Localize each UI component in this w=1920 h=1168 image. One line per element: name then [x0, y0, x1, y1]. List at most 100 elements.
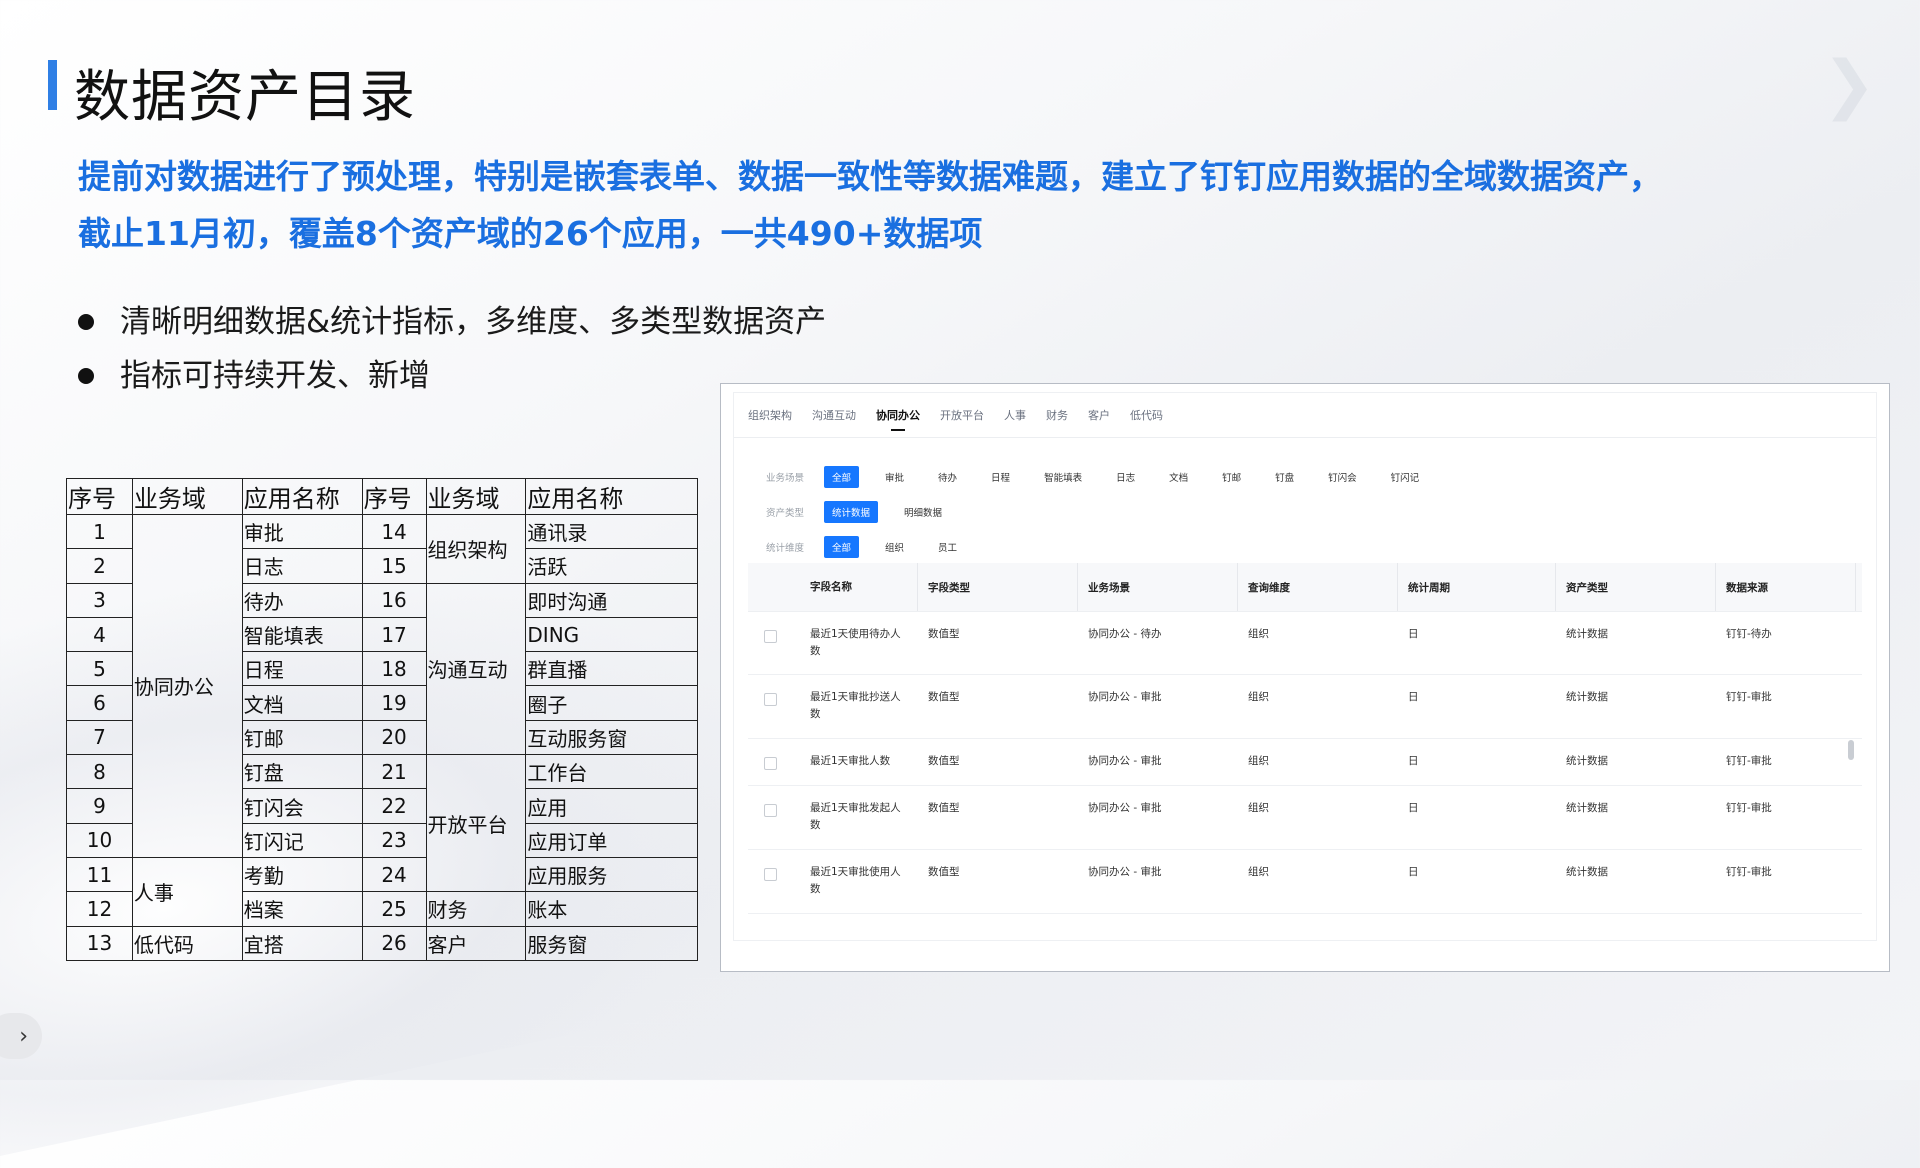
- chip-stat-data[interactable]: 统计数据: [824, 501, 879, 523]
- chip-meeting[interactable]: 钉闪会: [1320, 466, 1365, 488]
- table-header-row: 序号 业务域 应用名称 序号 业务域 应用名称: [66, 478, 698, 515]
- watermark-logo-icon: ❯: [1822, 48, 1880, 122]
- table-row[interactable]: 最近1天使用待办人数 数值型 协同办公 - 待办 组织 日 统计数据 钉钉-待办: [748, 612, 1862, 675]
- table-scrollbar[interactable]: [1848, 740, 1854, 760]
- tab-customer[interactable]: 客户: [1088, 407, 1110, 431]
- tab-communication[interactable]: 沟通互动: [812, 407, 856, 431]
- table-row[interactable]: 最近1天审批抄送人数 数值型 协同办公 - 审批 组织 日 统计数据 钉钉-审批: [748, 675, 1862, 739]
- row-checkbox-cell: [748, 739, 800, 770]
- cell-field-type: 数值型: [928, 755, 960, 767]
- header-seq-2: 序号: [361, 478, 427, 515]
- tab-finance[interactable]: 财务: [1046, 407, 1068, 431]
- highlight-line-2: 截止11月初，覆盖8个资产域的26个应用，一共490+数据项: [78, 214, 983, 253]
- next-slide-button[interactable]: ›: [0, 1013, 42, 1059]
- header-domain: 业务域: [131, 478, 243, 515]
- cell-field-name: 最近1天审批发起人数: [810, 802, 901, 831]
- row-checkbox[interactable]: [763, 868, 777, 881]
- app-cell: 通讯录: [525, 513, 698, 550]
- asset-catalog-screenshot: 组织架构 沟通互动 协同办公 开放平台 人事 财务 客户 低代码 业务场景 全部…: [720, 383, 1890, 972]
- chip-mail[interactable]: 钉邮: [1214, 466, 1249, 488]
- bullet-text: 清晰明细数据&统计指标，多维度、多类型数据资产: [120, 304, 827, 340]
- chip-log[interactable]: 日志: [1108, 466, 1143, 488]
- chip-drive[interactable]: 钉盘: [1267, 466, 1302, 488]
- bullet-dot-icon: [78, 368, 94, 384]
- chip-calendar[interactable]: 日程: [983, 466, 1018, 488]
- domain-cell: 开放平台: [425, 754, 527, 893]
- seq-cell: 8: [66, 754, 133, 790]
- chip-doc[interactable]: 文档: [1161, 466, 1196, 488]
- cell-field-name: 最近1天审批抄送人数: [810, 691, 901, 720]
- chip-org[interactable]: 组织: [877, 536, 912, 558]
- column-header: 资产类型: [1556, 563, 1716, 611]
- domain-cell: 组织架构: [425, 514, 527, 584]
- cell-dimension: 组织: [1248, 802, 1269, 814]
- seq-cell: 2: [66, 548, 133, 584]
- cell-dimension: 组织: [1248, 866, 1269, 878]
- cell-field-type: 数值型: [928, 691, 960, 703]
- chip-all[interactable]: 全部: [824, 536, 860, 558]
- table-row[interactable]: 最近1天审批使用人数 数值型 协同办公 - 审批 组织 日 统计数据 钉钉-审批: [748, 850, 1862, 914]
- filter-label: 资产类型: [766, 508, 805, 519]
- seq-cell: 21: [361, 754, 427, 790]
- cell-scene: 协同办公 - 审批: [1088, 755, 1162, 767]
- cell-period: 日: [1408, 628, 1419, 640]
- chip-employee[interactable]: 员工: [930, 536, 965, 558]
- bullet-item: 指标可持续开发、新增: [72, 349, 826, 403]
- app-cell: 考勤: [241, 856, 363, 893]
- app-cell: 钉闪记: [241, 822, 363, 858]
- table-row[interactable]: 最近1天审批发起人数 数值型 协同办公 - 审批 组织 日 统计数据 钉钉-审批: [748, 786, 1862, 850]
- chip-all[interactable]: 全部: [824, 466, 860, 488]
- chip-todo[interactable]: 待办: [930, 466, 965, 488]
- app-cell: 账本: [525, 891, 698, 927]
- filter-dimension: 统计维度 全部 组织 员工: [766, 536, 983, 558]
- table-row: 13 低代码 宜搭 26 客户 服务窗: [66, 925, 698, 961]
- chip-smart-form[interactable]: 智能填表: [1036, 466, 1090, 488]
- bullet-list: 清晰明细数据&统计指标，多维度、多类型数据资产 指标可持续开发、新增: [72, 295, 826, 403]
- tab-collaboration[interactable]: 协同办公: [876, 407, 920, 431]
- row-checkbox[interactable]: [763, 804, 777, 817]
- app-cell: 钉盘: [241, 754, 363, 790]
- app-cell: 应用服务: [525, 856, 698, 893]
- domain-cell: 人事: [131, 856, 243, 927]
- seq-cell: 18: [361, 651, 427, 687]
- seq-cell: 15: [361, 548, 427, 584]
- app-cell: 应用订单: [525, 822, 698, 858]
- tab-open-platform[interactable]: 开放平台: [940, 407, 984, 431]
- header-app-2: 应用名称: [525, 478, 698, 515]
- row-checkbox[interactable]: [763, 630, 777, 643]
- chip-approval[interactable]: 审批: [877, 466, 912, 488]
- cell-source: 钉钉-审批: [1726, 866, 1772, 878]
- page-title: 数据资产目录: [74, 65, 416, 130]
- cell-period: 日: [1408, 755, 1419, 767]
- chip-detail-data[interactable]: 明细数据: [896, 501, 950, 523]
- column-header: 字段名称: [800, 563, 918, 611]
- tab-hr[interactable]: 人事: [1004, 407, 1026, 431]
- app-cell: 群直播: [525, 651, 698, 687]
- cell-period: 日: [1408, 866, 1419, 878]
- row-checkbox[interactable]: [763, 693, 777, 706]
- seq-cell: 14: [361, 513, 427, 550]
- filter-label: 统计维度: [766, 543, 805, 554]
- seq-cell: 7: [66, 719, 133, 756]
- cell-asset-type: 统计数据: [1566, 755, 1608, 767]
- cell-scene: 协同办公 - 待办: [1088, 628, 1162, 640]
- table-header: 字段名称 字段类型 业务场景 查询维度 统计周期 资产类型 数据来源: [748, 563, 1862, 612]
- seq-cell: 1: [66, 513, 133, 550]
- seq-cell: 10: [66, 822, 133, 858]
- seq-cell: 6: [66, 685, 133, 721]
- table-row[interactable]: 最近1天审批人数 数值型 协同办公 - 审批 组织 日 统计数据 钉钉-审批: [748, 739, 1862, 786]
- tab-lowcode[interactable]: 低代码: [1130, 407, 1163, 431]
- seq-cell: 25: [361, 891, 427, 927]
- chip-notes[interactable]: 钉闪记: [1383, 466, 1428, 488]
- domain-cell: 低代码: [131, 925, 243, 961]
- cell-source: 钉钉-审批: [1726, 802, 1772, 814]
- app-cell: 钉闪会: [241, 788, 363, 824]
- cell-period: 日: [1408, 691, 1419, 703]
- row-checkbox[interactable]: [763, 757, 777, 770]
- bullet-dot-icon: [78, 314, 94, 330]
- tab-org[interactable]: 组织架构: [748, 407, 792, 431]
- cell-source: 钉钉-审批: [1726, 691, 1772, 703]
- column-header: 查询维度: [1238, 563, 1398, 611]
- bullet-text: 指标可持续开发、新增: [120, 358, 430, 394]
- bullet-item: 清晰明细数据&统计指标，多维度、多类型数据资产: [72, 295, 826, 349]
